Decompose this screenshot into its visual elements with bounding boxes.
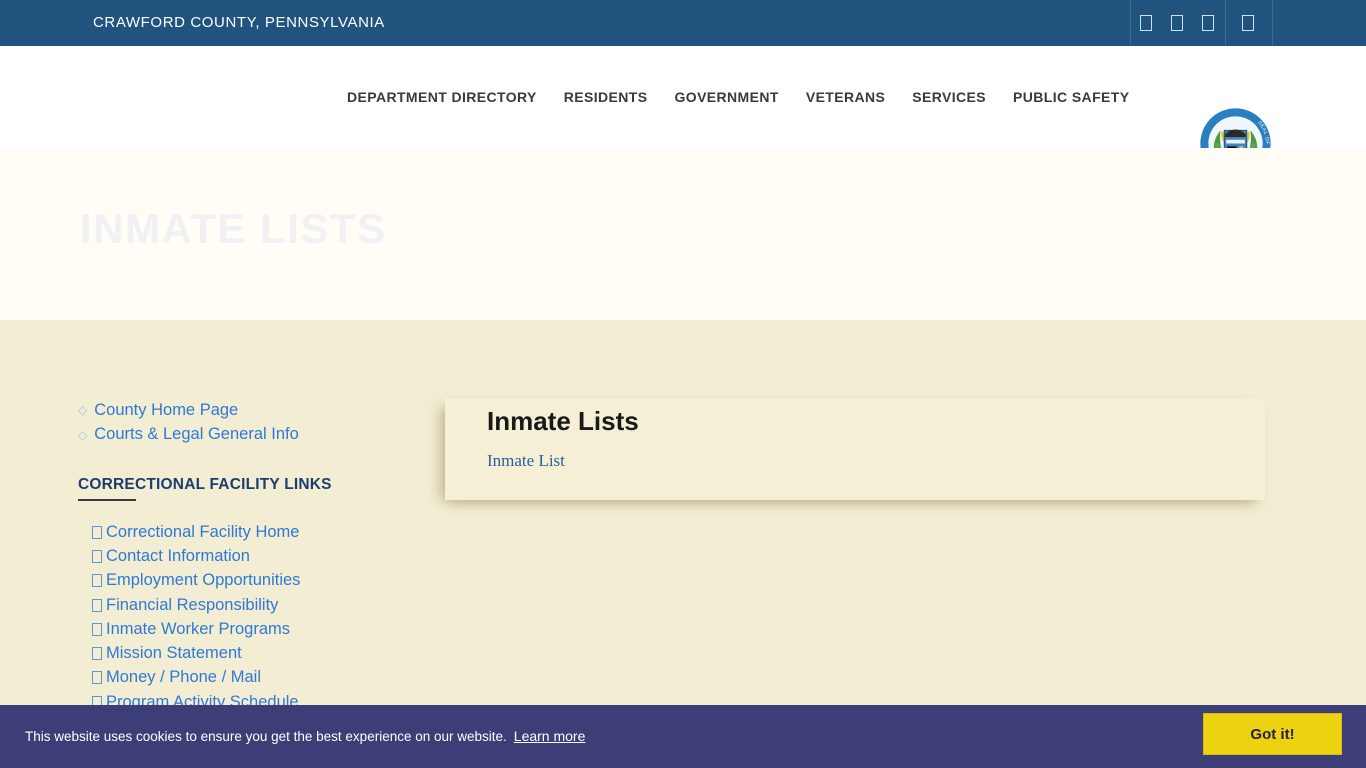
sidebar-link-label: Money / Phone / Mail: [106, 668, 261, 687]
learn-more-link[interactable]: Learn more: [514, 728, 586, 744]
sidebar-facility-links: Correctional Facility Home Contact Infor…: [92, 520, 300, 714]
sidebar-section-rule: [78, 499, 136, 501]
sidebar-item-financial-responsibility[interactable]: Financial Responsibility: [92, 593, 300, 617]
sidebar-item-mission-statement[interactable]: Mission Statement: [92, 641, 300, 665]
placeholder-glyph-icon: [92, 647, 102, 660]
sidebar-item-contact-information[interactable]: Contact Information: [92, 544, 300, 568]
main-content-area: ◇ County Home Page ◇ Courts & Legal Gene…: [0, 320, 1366, 768]
sidebar-link-label: Financial Responsibility: [106, 596, 278, 615]
sidebar-item-county-home-page[interactable]: ◇ County Home Page: [78, 398, 299, 423]
topbar: CRAWFORD COUNTY, PENNSYLVANIA: [0, 0, 1366, 46]
page: CRAWFORD COUNTY, PENNSYLVANIA DEPARTMENT…: [0, 0, 1366, 768]
social-icon-3[interactable]: [1202, 15, 1214, 31]
sidebar-link-label: Mission Statement: [106, 644, 242, 663]
sidebar-link-label: Correctional Facility Home: [106, 523, 299, 542]
site-title: CRAWFORD COUNTY, PENNSYLVANIA: [93, 0, 385, 46]
sidebar-item-courts-legal-info[interactable]: ◇ Courts & Legal General Info: [78, 423, 299, 448]
diamond-bullet-icon: ◇: [78, 403, 87, 417]
nav-item-public-safety[interactable]: PUBLIC SAFETY: [1013, 89, 1129, 105]
sidebar-link-label: County Home Page: [94, 401, 238, 420]
page-title: Inmate Lists: [487, 406, 639, 437]
social-icon-1[interactable]: [1140, 15, 1152, 31]
hero-title: INMATE LISTS: [80, 205, 387, 253]
placeholder-glyph-icon: [92, 550, 102, 563]
nav-item-veterans[interactable]: VETERANS: [806, 89, 885, 105]
sidebar-item-inmate-worker-programs[interactable]: Inmate Worker Programs: [92, 617, 300, 641]
placeholder-glyph-icon: [92, 599, 102, 612]
placeholder-glyph-icon: [92, 574, 102, 587]
sidebar-item-employment-opportunities[interactable]: Employment Opportunities: [92, 569, 300, 593]
placeholder-glyph-icon: [92, 526, 102, 539]
topbar-divider: [1272, 0, 1273, 46]
cookie-consent-bar: This website uses cookies to ensure you …: [0, 705, 1366, 768]
sidebar-item-money-phone-mail[interactable]: Money / Phone / Mail: [92, 666, 300, 690]
content-panel: Inmate Lists Inmate List: [445, 398, 1265, 500]
sidebar-link-label: Employment Opportunities: [106, 571, 300, 590]
nav-item-services[interactable]: SERVICES: [912, 89, 986, 105]
inmate-list-link[interactable]: Inmate List: [487, 451, 565, 471]
topbar-divider: [1130, 0, 1131, 46]
placeholder-glyph-icon: [92, 671, 102, 684]
nav-item-government[interactable]: GOVERNMENT: [674, 89, 778, 105]
social-icon-2[interactable]: [1171, 15, 1183, 31]
sidebar-link-label: Contact Information: [106, 547, 250, 566]
placeholder-glyph-icon: [92, 623, 102, 636]
topbar-divider: [1225, 0, 1226, 46]
cookie-message: This website uses cookies to ensure you …: [25, 729, 507, 744]
main-nav: DEPARTMENT DIRECTORY RESIDENTS GOVERNMEN…: [347, 46, 1129, 148]
sidebar-link-label: Inmate Worker Programs: [106, 620, 290, 639]
hero-banner: INMATE LISTS: [0, 148, 1366, 320]
cookie-message-row: This website uses cookies to ensure you …: [25, 705, 585, 768]
sidebar-item-correctional-facility-home[interactable]: Correctional Facility Home: [92, 520, 300, 544]
sidebar-section-title: CORRECTIONAL FACILITY LINKS: [78, 476, 332, 494]
nav-item-residents[interactable]: RESIDENTS: [564, 89, 648, 105]
diamond-bullet-icon: ◇: [78, 428, 87, 442]
social-icon-4[interactable]: [1242, 15, 1254, 31]
main-header: DEPARTMENT DIRECTORY RESIDENTS GOVERNMEN…: [0, 46, 1366, 148]
sidebar-quick-links: ◇ County Home Page ◇ Courts & Legal Gene…: [78, 398, 299, 447]
got-it-button[interactable]: Got it!: [1203, 713, 1342, 755]
nav-item-department-directory[interactable]: DEPARTMENT DIRECTORY: [347, 89, 537, 105]
sidebar-link-label: Courts & Legal General Info: [94, 425, 299, 444]
